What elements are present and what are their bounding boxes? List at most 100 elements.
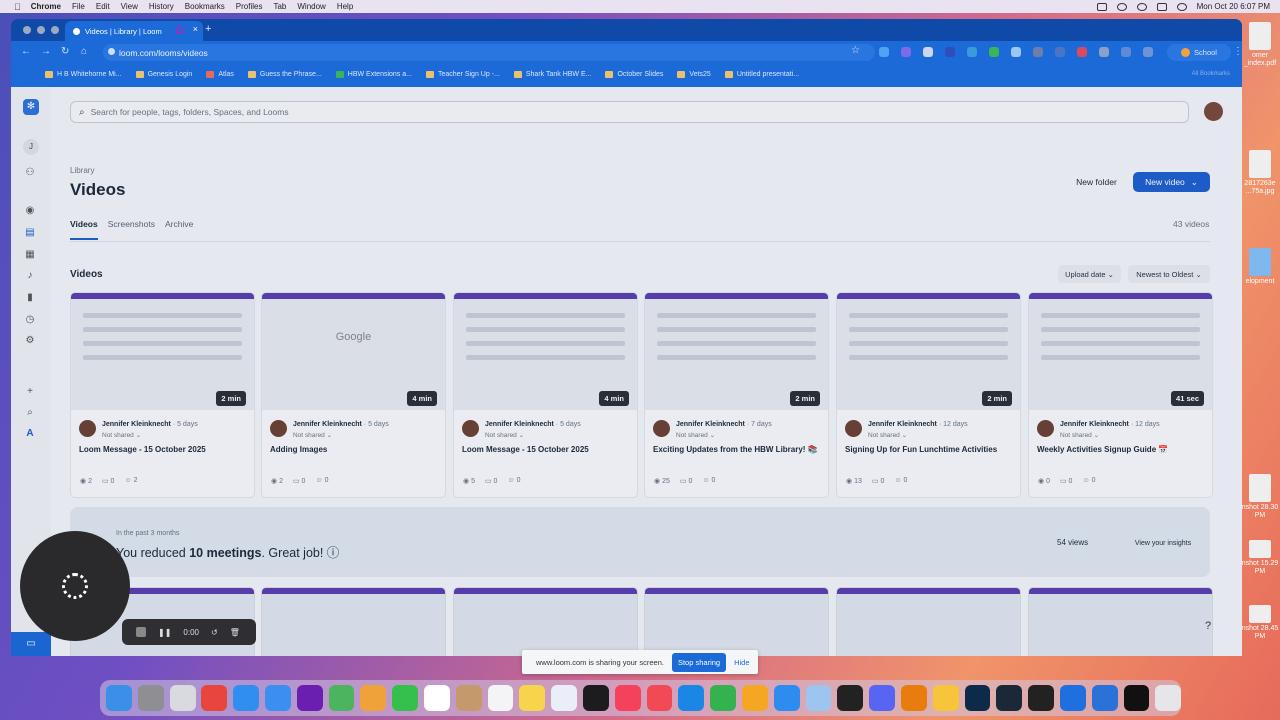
bookmark-item[interactable]: Genesis Login bbox=[135, 70, 192, 78]
video-card-thumbnail[interactable] bbox=[1028, 587, 1213, 656]
menu-app-name[interactable]: Chrome bbox=[31, 2, 61, 11]
menu-file[interactable]: File bbox=[72, 2, 85, 11]
restart-icon[interactable]: ↺ bbox=[211, 628, 218, 637]
menu-tab[interactable]: Tab bbox=[273, 2, 286, 11]
menu-view[interactable]: View bbox=[121, 2, 138, 11]
video-card[interactable]: Google 4 min Jennifer Kleinknecht · 5 days… bbox=[261, 292, 446, 498]
video-title[interactable]: Signing Up for Fun Lunchtime Activities bbox=[845, 445, 1015, 454]
video-card-thumbnail[interactable] bbox=[836, 587, 1021, 656]
trash-icon[interactable] bbox=[1155, 685, 1182, 711]
sharing-status-dropdown[interactable]: Not shared ⌄ bbox=[1060, 431, 1099, 439]
video-title[interactable]: Weekly Activities Signup Guide 📅 bbox=[1037, 445, 1207, 454]
extension-icon[interactable] bbox=[945, 47, 955, 57]
calendar-icon[interactable] bbox=[423, 685, 450, 711]
appstore-icon[interactable] bbox=[773, 685, 800, 711]
add-member-icon[interactable]: ⚇ bbox=[24, 167, 36, 179]
appletv-icon[interactable] bbox=[582, 685, 609, 711]
desktop-screenshot-3[interactable]: nshot 28.45 PM bbox=[1240, 605, 1280, 641]
photos-icon[interactable] bbox=[360, 685, 387, 711]
library-icon[interactable]: ▤ bbox=[24, 227, 36, 239]
bookmark-star-icon[interactable]: ☆ bbox=[851, 45, 860, 56]
add-space-icon[interactable]: + bbox=[24, 386, 36, 398]
record-camera-icon[interactable]: ▭ bbox=[11, 632, 51, 656]
extension-icon[interactable] bbox=[923, 47, 933, 57]
video-card[interactable]: 41 sec Jennifer Kleinknecht · 12 days Not … bbox=[1028, 292, 1213, 498]
menu-window[interactable]: Window bbox=[297, 2, 325, 11]
clock-icon[interactable]: ◷ bbox=[24, 314, 36, 326]
extension-icon[interactable] bbox=[1055, 47, 1065, 57]
extensions-puzzle-icon[interactable] bbox=[1121, 47, 1131, 57]
video-card[interactable]: 4 min Jennifer Kleinknecht · 5 days Not sh… bbox=[453, 292, 638, 498]
menu-profiles[interactable]: Profiles bbox=[236, 2, 263, 11]
close-tab-icon[interactable]: × bbox=[193, 24, 198, 34]
contacts-icon[interactable] bbox=[455, 685, 482, 711]
chrome-icon[interactable] bbox=[201, 685, 228, 711]
control-center-icon[interactable] bbox=[1156, 2, 1167, 11]
search-bar[interactable]: ⌕ Search for people, tags, folders, Spac… bbox=[70, 101, 1189, 123]
keynote-icon[interactable] bbox=[678, 685, 705, 711]
video-thumbnail[interactable]: 4 min bbox=[454, 293, 637, 410]
video-card[interactable]: 2 min Jennifer Kleinknecht · 12 days Not s… bbox=[836, 292, 1021, 498]
browser-tab-loom[interactable]: Videos | Library | Loom × bbox=[65, 21, 203, 41]
roblox-alt-icon[interactable] bbox=[1091, 685, 1118, 711]
freeform-icon[interactable] bbox=[551, 685, 578, 711]
loom-logo-icon[interactable]: ✻ bbox=[23, 99, 39, 115]
video-card[interactable]: 2 min Jennifer Kleinknecht · 7 days Not sh… bbox=[644, 292, 829, 498]
hide-button[interactable]: Hide bbox=[734, 658, 749, 667]
bookmark-folder[interactable]: Vets25 bbox=[677, 70, 711, 78]
breadcrumb[interactable]: Library bbox=[70, 166, 94, 175]
side-panel-icon[interactable] bbox=[1143, 47, 1153, 57]
bookmark-item[interactable]: Guess the Phrase... bbox=[247, 70, 322, 78]
calendar-icon[interactable]: ▦ bbox=[24, 249, 36, 261]
reload-icon[interactable]: ↻ bbox=[61, 46, 69, 57]
safari-icon[interactable] bbox=[233, 685, 260, 711]
new-folder-button[interactable]: New folder bbox=[1069, 172, 1124, 192]
siri-icon[interactable] bbox=[1176, 2, 1187, 11]
maps-icon[interactable] bbox=[328, 685, 355, 711]
extension-icon[interactable] bbox=[1011, 47, 1021, 57]
extension-icon[interactable] bbox=[1077, 47, 1087, 57]
word-icon[interactable] bbox=[805, 685, 832, 711]
cyberduck-icon[interactable] bbox=[932, 685, 959, 711]
extension-icon[interactable] bbox=[967, 47, 977, 57]
video-title[interactable]: Loom Message - 15 October 2025 bbox=[79, 445, 249, 454]
sharing-status-dropdown[interactable]: Not shared ⌄ bbox=[868, 431, 907, 439]
view-insights-button[interactable]: View your insights bbox=[1117, 534, 1209, 552]
chrome-menu-kebab-icon[interactable]: ⋮ bbox=[1233, 46, 1242, 57]
new-tab-plus-icon[interactable]: + bbox=[205, 23, 211, 35]
steam-icon[interactable] bbox=[996, 685, 1023, 711]
video-card-thumbnail[interactable] bbox=[644, 587, 829, 656]
bookmark-item[interactable]: Untitled presentati... bbox=[724, 70, 799, 78]
numbers-icon[interactable] bbox=[710, 685, 737, 711]
loom-camera-bubble[interactable] bbox=[20, 531, 130, 641]
video-card[interactable]: 2 min Jennifer Kleinknecht · 5 days Not sh… bbox=[70, 292, 255, 498]
bookmark-item[interactable]: Teacher Sign Up -... bbox=[425, 70, 500, 78]
menu-bookmarks[interactable]: Bookmarks bbox=[185, 2, 225, 11]
chevron-down-icon[interactable]: ⌄ bbox=[1191, 177, 1198, 188]
bell-icon[interactable]: ♪ bbox=[24, 270, 36, 282]
tab-archive[interactable]: Archive bbox=[165, 219, 193, 240]
space-initial[interactable]: A bbox=[24, 428, 36, 440]
roblox-dark-icon[interactable] bbox=[1123, 685, 1150, 711]
bookmark-icon[interactable]: ▮ bbox=[24, 292, 36, 304]
sharing-status-dropdown[interactable]: Not shared ⌄ bbox=[485, 431, 524, 439]
blender-icon[interactable] bbox=[900, 685, 927, 711]
trash-icon[interactable]: 🗑 bbox=[230, 628, 240, 637]
extension-icon[interactable] bbox=[879, 47, 889, 57]
stop-recording-icon[interactable] bbox=[136, 627, 146, 637]
extension-icon[interactable] bbox=[1033, 47, 1043, 57]
site-info-icon[interactable] bbox=[108, 48, 115, 55]
roblox-player-icon[interactable] bbox=[1059, 685, 1086, 711]
tab-screenshots[interactable]: Screenshots bbox=[108, 219, 155, 240]
video-card-thumbnail[interactable] bbox=[261, 587, 446, 656]
gear-icon[interactable]: ⚙ bbox=[24, 335, 36, 347]
facetime-icon[interactable] bbox=[392, 685, 419, 711]
minimize-window-button[interactable] bbox=[37, 26, 45, 34]
sort-order-dropdown[interactable]: Newest to Oldest ⌄ bbox=[1128, 265, 1210, 283]
bookmark-item[interactable]: Shark Tank HBW E... bbox=[513, 70, 591, 78]
desktop-file-jpg[interactable]: 2817263e ...75a.jpg bbox=[1240, 150, 1280, 196]
sharing-status-dropdown[interactable]: Not shared ⌄ bbox=[293, 431, 332, 439]
pause-icon[interactable]: ❚❚ bbox=[158, 628, 171, 637]
zoom-window-button[interactable] bbox=[51, 26, 59, 34]
forward-arrow-icon[interactable]: → bbox=[41, 46, 51, 57]
